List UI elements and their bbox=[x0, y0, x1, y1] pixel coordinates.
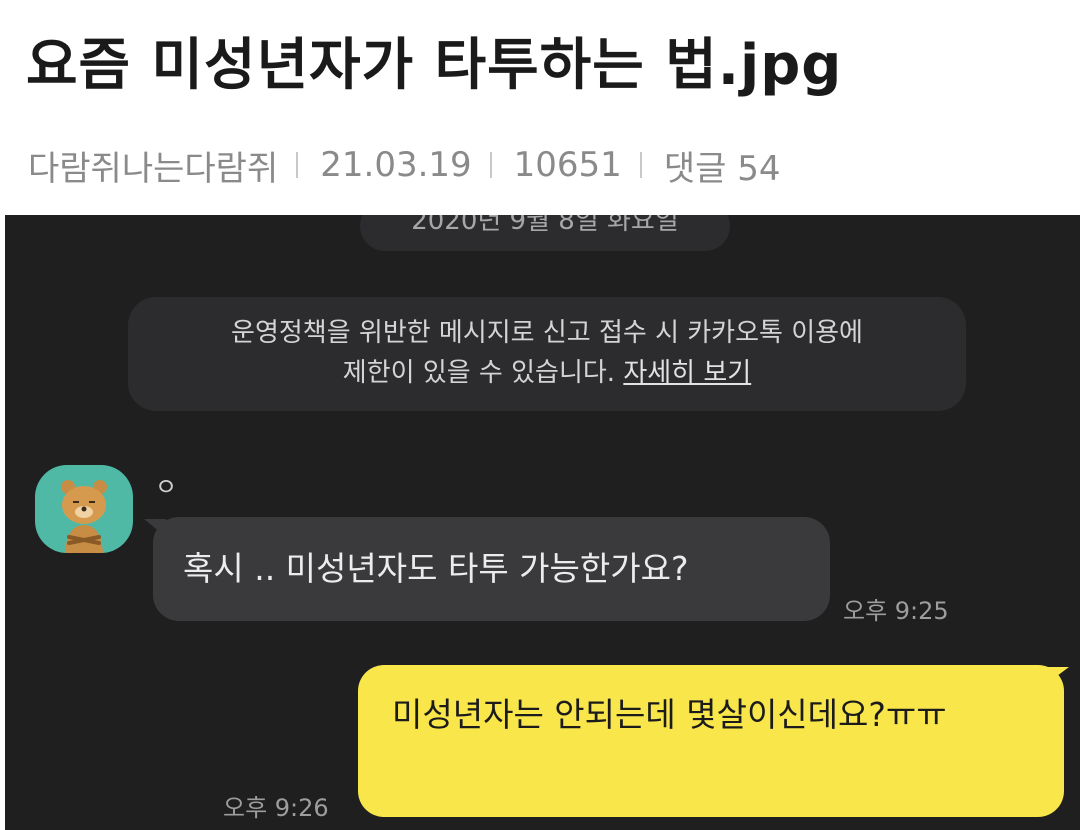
policy-notice-text: 운영정책을 위반한 메시지로 신고 접수 시 카카오톡 이용에 bbox=[231, 318, 863, 348]
date-divider: 2020년 9월 8일 화요일 bbox=[360, 215, 730, 251]
comment-count[interactable]: 댓글 54 bbox=[664, 141, 781, 190]
author-name[interactable]: 다람쥐나는다람쥐 bbox=[28, 141, 278, 190]
outgoing-message-bubble[interactable]: 미성년자는 안되는데 몇살이신데요?ㅠㅠ bbox=[358, 665, 1064, 817]
incoming-message-bubble[interactable]: 혹시 .. 미성년자도 타투 가능한가요? bbox=[153, 517, 830, 621]
post-meta: 다람쥐나는다람쥐 21.03.19 10651 댓글 54 bbox=[28, 140, 780, 190]
post-title: 요즘 미성년자가 타투하는 법.jpg bbox=[26, 33, 843, 98]
meta-divider bbox=[489, 152, 492, 178]
meta-divider bbox=[296, 152, 299, 178]
post-date: 21.03.19 bbox=[320, 145, 472, 185]
bear-character-icon bbox=[61, 480, 107, 553]
page: 요즘 미성년자가 타투하는 법.jpg 다람쥐나는다람쥐 21.03.19 10… bbox=[0, 0, 1080, 830]
policy-notice-line2: 제한이 있을 수 있습니다. 자세히 보기 bbox=[128, 353, 966, 393]
sender-name: ㅇ bbox=[155, 473, 178, 501]
view-count: 10651 bbox=[513, 145, 622, 185]
policy-notice: 운영정책을 위반한 메시지로 신고 접수 시 카카오톡 이용에 제한이 있을 수… bbox=[128, 297, 966, 411]
chat-screenshot: 2020년 9월 8일 화요일 운영정책을 위반한 메시지로 신고 접수 시 카… bbox=[5, 215, 1080, 830]
policy-notice-text: 제한이 있을 수 있습니다. bbox=[342, 358, 616, 388]
meta-divider bbox=[639, 152, 642, 178]
details-link[interactable]: 자세히 보기 bbox=[623, 358, 751, 388]
incoming-timestamp: 오후 9:25 bbox=[843, 597, 949, 625]
outgoing-timestamp: 오후 9:26 bbox=[223, 794, 329, 822]
avatar[interactable] bbox=[35, 465, 133, 553]
